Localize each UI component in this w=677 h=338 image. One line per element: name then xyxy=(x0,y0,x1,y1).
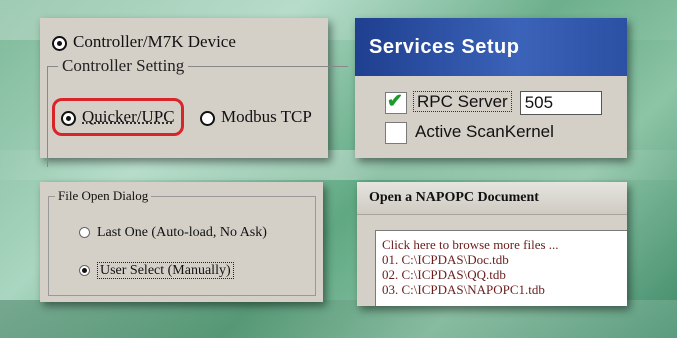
device-radio-option[interactable]: Controller/M7K Device xyxy=(52,32,236,52)
quicker-upc-label: Quicker/UPC xyxy=(82,107,175,126)
services-setup-title: Services Setup xyxy=(355,18,627,76)
modbus-tcp-label: Modbus TCP xyxy=(221,107,312,126)
active-scankernel-checkbox[interactable] xyxy=(385,122,407,144)
rpc-server-checkbox[interactable] xyxy=(385,90,407,114)
radio-unselected-icon[interactable] xyxy=(79,227,90,239)
rpc-port-input[interactable]: 505 xyxy=(519,91,602,115)
modbus-tcp-radio-option[interactable]: Modbus TCP xyxy=(200,107,312,127)
file-open-dialog-panel: File Open Dialog Last One (Auto-load, No… xyxy=(40,182,323,302)
file-open-dialog-title: File Open Dialog xyxy=(55,188,152,204)
open-napopc-document-panel: Open a NAPOPC Document Click here to bro… xyxy=(357,182,627,306)
services-setup-panel: Services Setup RPC Server 505 Active Scan… xyxy=(355,18,627,158)
active-scankernel-row: Active ScanKernel xyxy=(385,122,554,144)
radio-selected-icon[interactable] xyxy=(79,265,90,277)
active-scankernel-label: Active ScanKernel xyxy=(415,122,554,142)
user-select-label: User Select (Manually) xyxy=(97,262,234,279)
open-napopc-title: Open a NAPOPC Document xyxy=(357,182,627,215)
rpc-server-row: RPC Server 505 xyxy=(385,90,602,115)
file-open-dialog-group: File Open Dialog Last One (Auto-load, No… xyxy=(48,188,316,296)
recent-file-item[interactable]: 02. C:\ICPDAS\QQ.tdb xyxy=(382,267,627,282)
radio-unselected-icon[interactable] xyxy=(200,110,215,126)
recent-files-list[interactable]: Click here to browse more files ... 01. … xyxy=(375,230,627,306)
device-radio-label: Controller/M7K Device xyxy=(73,32,236,51)
user-select-radio-option[interactable]: User Select (Manually) xyxy=(79,262,234,279)
controller-setting-title: Controller Setting xyxy=(58,56,189,76)
radio-selected-icon[interactable] xyxy=(61,110,76,126)
browse-more-files-item[interactable]: Click here to browse more files ... xyxy=(382,237,627,252)
recent-file-item[interactable]: 03. C:\ICPDAS\NAPOPC1.tdb xyxy=(382,282,627,297)
recent-file-item[interactable]: 01. C:\ICPDAS\Doc.tdb xyxy=(382,252,627,267)
quicker-upc-radio-option[interactable]: Quicker/UPC xyxy=(52,98,184,136)
rpc-server-label: RPC Server xyxy=(413,91,512,113)
radio-selected-icon[interactable] xyxy=(52,35,67,51)
last-one-radio-option[interactable]: Last One (Auto-load, No Ask) xyxy=(79,225,267,241)
controller-settings-panel: Controller/M7K Device Controller Setting… xyxy=(40,18,348,167)
last-one-label: Last One (Auto-load, No Ask) xyxy=(97,225,267,240)
